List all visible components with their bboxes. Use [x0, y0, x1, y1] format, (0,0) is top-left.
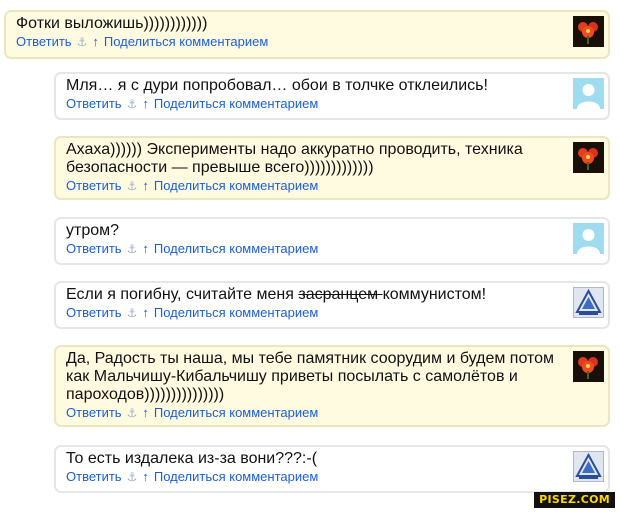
reply-link[interactable]: Ответить: [16, 34, 72, 49]
comment-actions: Ответить ⚓ ↑ Поделиться комментарием: [66, 405, 600, 421]
arrow-up-icon[interactable]: ↑: [142, 178, 149, 193]
comment-6: Да, Радость ты наша, мы тебе памятник со…: [54, 345, 610, 427]
comment-text: Если я погибну, считайте меня засранцем …: [66, 286, 564, 304]
reply-link[interactable]: Ответить: [66, 405, 122, 420]
avatar-default-user[interactable]: [573, 223, 604, 254]
watermark: PISEZ.COM: [534, 492, 615, 508]
comment-text-after: коммунистом!: [382, 286, 487, 303]
avatar-blue-logo[interactable]: [573, 451, 604, 482]
comment-text: Мля… я с дури попробовал… обои в толчке …: [66, 77, 488, 94]
avatar-red-flower[interactable]: [573, 351, 604, 382]
arrow-up-icon[interactable]: ↑: [142, 469, 149, 484]
comment-text: Фотки выложишь)))))))))))): [16, 15, 208, 32]
arrow-up-icon[interactable]: ↑: [142, 305, 149, 320]
reply-link[interactable]: Ответить: [66, 96, 122, 111]
comment-2: Мля… я с дури попробовал… обои в толчке …: [54, 72, 610, 120]
reply-link[interactable]: Ответить: [66, 241, 122, 256]
reply-link[interactable]: Ответить: [66, 469, 122, 484]
comment-text-before: Если я погибну, считайте меня: [66, 286, 299, 303]
comment-actions: Ответить ⚓ ↑ Поделиться комментарием: [66, 241, 600, 257]
share-comment-link[interactable]: Поделиться комментарием: [154, 241, 318, 256]
comment-1: Фотки выложишь)))))))))))) Ответить ⚓ ↑ Под…: [4, 10, 610, 59]
share-comment-link[interactable]: Поделиться комментарием: [154, 405, 318, 420]
share-comment-link[interactable]: Поделиться комментарием: [154, 178, 318, 193]
share-comment-link[interactable]: Поделиться комментарием: [154, 96, 318, 111]
comment-text: То есть издалека из-за вони???:-(: [66, 450, 318, 467]
anchor-icon[interactable]: ⚓: [77, 35, 88, 49]
anchor-icon[interactable]: ⚓: [127, 242, 138, 256]
avatar-blue-logo[interactable]: [573, 287, 604, 318]
share-comment-link[interactable]: Поделиться комментарием: [104, 34, 268, 49]
comment-4: утром? Ответить ⚓ ↑ Поделиться комментарием: [54, 217, 610, 265]
avatar-red-flower[interactable]: [573, 142, 604, 173]
arrow-up-icon[interactable]: ↑: [142, 96, 149, 111]
share-comment-link[interactable]: Поделиться комментарием: [154, 305, 318, 320]
anchor-icon[interactable]: ⚓: [127, 179, 138, 193]
comment-text: Ахаха)))))) Эксперименты надо аккуратно …: [66, 141, 523, 176]
avatar-red-flower[interactable]: [573, 16, 604, 47]
arrow-up-icon[interactable]: ↑: [142, 241, 149, 256]
arrow-up-icon[interactable]: ↑: [92, 34, 99, 49]
share-comment-link[interactable]: Поделиться комментарием: [154, 469, 318, 484]
reply-link[interactable]: Ответить: [66, 178, 122, 193]
reply-link[interactable]: Ответить: [66, 305, 122, 320]
comment-7: То есть издалека из-за вони???:-( Ответи…: [54, 445, 610, 493]
comment-5: Если я погибну, считайте меня засранцем …: [54, 281, 610, 329]
comment-text-struck: засранцем: [298, 286, 383, 303]
comment-actions: Ответить ⚓ ↑ Поделиться комментарием: [16, 34, 600, 50]
comment-3: Ахаха)))))) Эксперименты надо аккуратно …: [54, 136, 610, 200]
anchor-icon[interactable]: ⚓: [127, 306, 138, 320]
anchor-icon[interactable]: ⚓: [127, 97, 138, 111]
comment-text: Да, Радость ты наша, мы тебе памятник со…: [66, 350, 555, 403]
comment-actions: Ответить ⚓ ↑ Поделиться комментарием: [66, 96, 600, 112]
anchor-icon[interactable]: ⚓: [127, 406, 138, 420]
comment-actions: Ответить ⚓ ↑ Поделиться комментарием: [66, 305, 600, 321]
comment-actions: Ответить ⚓ ↑ Поделиться комментарием: [66, 469, 600, 485]
anchor-icon[interactable]: ⚓: [127, 470, 138, 484]
avatar-default-user[interactable]: [573, 78, 604, 109]
comment-text: утром?: [66, 222, 120, 239]
arrow-up-icon[interactable]: ↑: [142, 405, 149, 420]
comment-actions: Ответить ⚓ ↑ Поделиться комментарием: [66, 178, 600, 194]
